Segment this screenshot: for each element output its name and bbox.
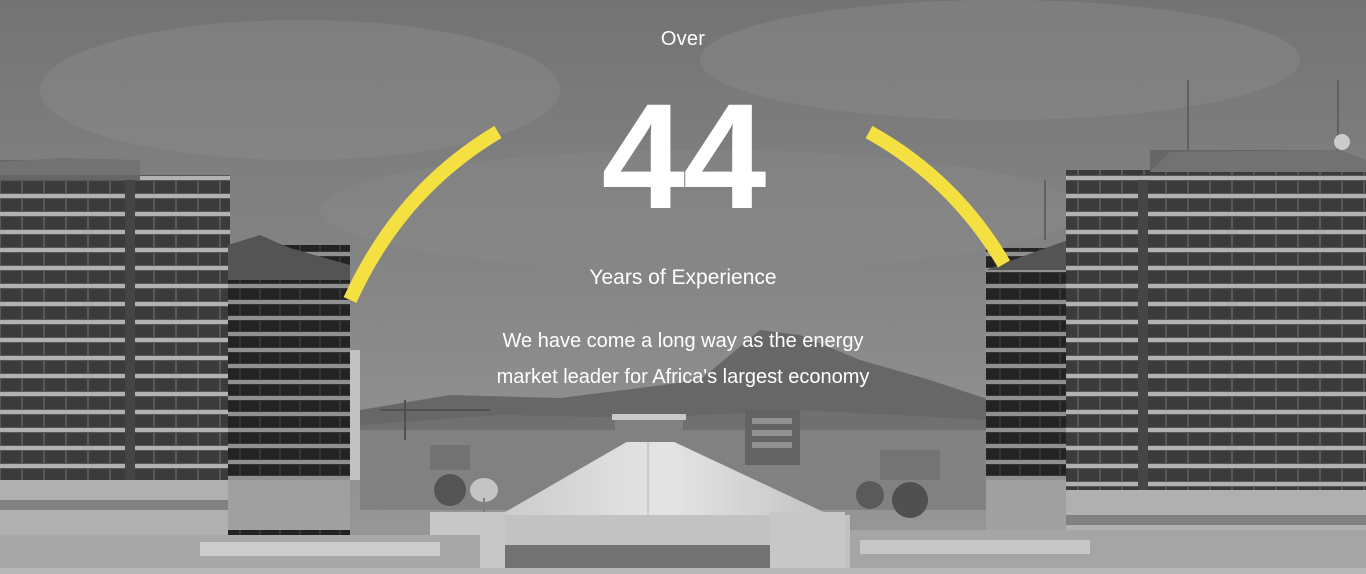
stat-value: 44 [601, 72, 767, 240]
stat-content: Over 44 Years of Experience We have come… [0, 0, 1366, 574]
stat-prefix: Over [660, 28, 706, 50]
experience-hero: Over 44 Years of Experience We have come… [0, 0, 1366, 574]
stat-caption: Years of Experience [589, 266, 777, 289]
stat-description: We have come a long way as the energy ma… [496, 330, 870, 388]
